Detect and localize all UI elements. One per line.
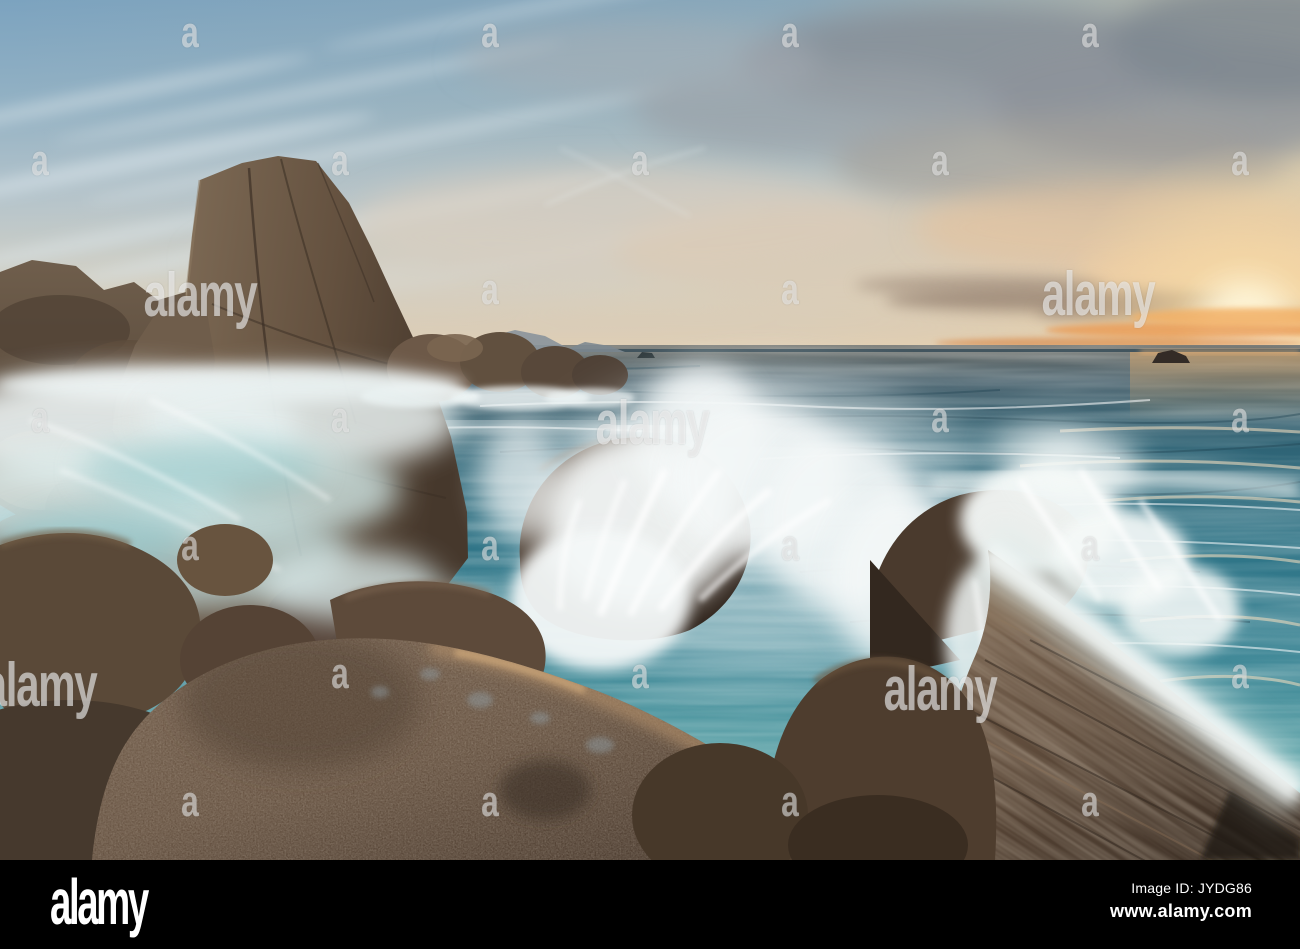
alamy-stock-photo-comp: a a a a a a a a a a a a a a a a a a a a a a a a a a alamy alamy alam… <box>0 0 1300 949</box>
alamy-logo: alamy <box>50 866 149 938</box>
website-text: www.alamy.com <box>1110 901 1252 921</box>
coastal-sunset-photo <box>0 0 1300 860</box>
image-id-text: Image ID: JYDG86 <box>1131 880 1252 896</box>
footer-meta: Image ID: JYDG86 www.alamy.com <box>1110 880 1252 922</box>
footer-bar: alamy Image ID: JYDG86 www.alamy.com <box>0 860 1300 949</box>
